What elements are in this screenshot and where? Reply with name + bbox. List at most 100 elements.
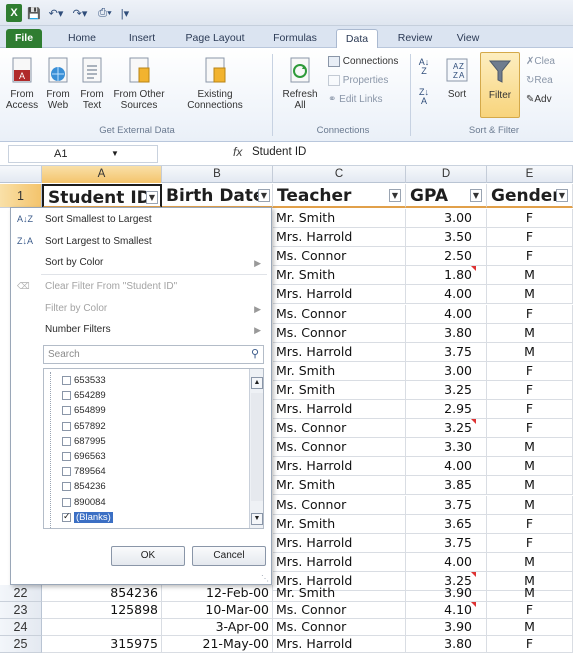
cell-teacher[interactable]: Mr. Smith	[273, 514, 406, 534]
from-text-button[interactable]: From Text	[76, 56, 108, 111]
menu-clear-filter[interactable]: Clear Filter From "Student ID"	[45, 281, 177, 292]
checkbox-icon[interactable]	[62, 391, 71, 401]
reapply-button[interactable]: ↻Rea	[526, 75, 553, 86]
row-header[interactable]: 1	[0, 184, 42, 208]
tab-view[interactable]: View	[450, 29, 486, 48]
filter-dropdown-icon[interactable]: ▼	[556, 189, 568, 202]
excel-icon[interactable]: X	[6, 4, 22, 22]
cell-gpa[interactable]: 3.50	[406, 228, 487, 248]
header-cell-birth-date[interactable]: Birth Date ▼	[162, 184, 273, 208]
cell-gender[interactable]: M	[487, 342, 573, 362]
scroll-thumb[interactable]	[251, 393, 263, 501]
cell-gender[interactable]: M	[487, 266, 573, 286]
tab-review[interactable]: Review	[392, 29, 438, 48]
menu-number-filters[interactable]: Number Filters	[45, 324, 111, 335]
existing-connections-button[interactable]: Existing Connections	[184, 56, 246, 111]
customize-qat-icon[interactable]: |▾	[120, 4, 130, 22]
connections-button[interactable]: Connections	[328, 56, 398, 67]
cell-gender[interactable]: M	[487, 619, 573, 636]
tab-file[interactable]: File	[6, 29, 42, 48]
filter-value-item[interactable]: 687995	[62, 435, 106, 448]
filter-dropdown-icon[interactable]: ▼	[389, 189, 401, 202]
checkbox-icon[interactable]	[62, 406, 71, 416]
cell-student-id[interactable]: 854236	[42, 585, 162, 602]
from-other-sources-button[interactable]: From Other Sources	[110, 56, 168, 111]
advanced-filter-button[interactable]: ✎Adv	[526, 94, 552, 105]
row-header[interactable]: 24	[0, 619, 42, 636]
column-header-d[interactable]: D	[406, 166, 487, 183]
cell-gpa[interactable]: 3.90	[406, 585, 487, 602]
cell-gender[interactable]: M	[487, 438, 573, 458]
menu-filter-by-color[interactable]: Filter by Color	[45, 303, 107, 314]
cell-teacher[interactable]: Mr. Smith	[273, 476, 406, 496]
cell-gender[interactable]: M	[487, 495, 573, 515]
filter-value-item[interactable]: 654289	[62, 389, 106, 402]
cell-birth-date[interactable]: 10-Mar-00	[162, 602, 273, 619]
cell-gpa[interactable]: 3.65	[406, 514, 487, 534]
name-box-dropdown-icon[interactable]: ▼	[111, 146, 119, 162]
cell-teacher[interactable]: Ms. Connor	[273, 419, 406, 439]
cell-gender[interactable]: M	[487, 457, 573, 477]
filter-value-item[interactable]: 653533	[62, 374, 106, 387]
cell-gpa[interactable]: 3.30	[406, 438, 487, 458]
filter-value-item[interactable]: 696563	[62, 450, 106, 463]
cell-gpa[interactable]: 4.00	[406, 304, 487, 324]
cell-teacher[interactable]: Mr. Smith	[273, 361, 406, 381]
cell-gpa[interactable]: 3.90	[406, 619, 487, 636]
filter-dropdown-icon[interactable]: ▼	[258, 189, 270, 202]
undo-icon[interactable]: ↶▾	[46, 4, 66, 22]
from-access-button[interactable]: A From Access	[4, 56, 40, 111]
cell-teacher[interactable]: Ms. Connor	[273, 495, 406, 515]
cell-gender[interactable]: M	[487, 552, 573, 572]
cell-gpa[interactable]: 4.00	[406, 552, 487, 572]
cell-gpa[interactable]: 3.80	[406, 636, 487, 653]
name-box[interactable]: A1 ▼	[8, 145, 158, 163]
resize-grip-icon[interactable]: ⋱	[261, 574, 269, 583]
cell-gpa[interactable]: 4.00	[406, 457, 487, 477]
sort-button[interactable]: AZZA Sort	[442, 56, 472, 100]
cell-birth-date[interactable]: 21-May-00	[162, 636, 273, 653]
header-cell-teacher[interactable]: Teacher ▼	[273, 184, 406, 208]
sort-z-a-button[interactable]: Z↓ A	[416, 88, 432, 106]
menu-sort-by-color[interactable]: Sort by Color	[45, 257, 103, 268]
checkbox-icon[interactable]	[62, 436, 71, 446]
cell-birth-date[interactable]: 12-Feb-00	[162, 585, 273, 602]
cell-gpa[interactable]: 3.00	[406, 209, 487, 229]
tab-insert[interactable]: Insert	[120, 29, 164, 48]
cell-gpa[interactable]: 3.00	[406, 361, 487, 381]
cell-teacher[interactable]: Mrs. Harrold	[273, 533, 406, 553]
cell-gpa[interactable]: 2.50	[406, 247, 487, 267]
cell-gender[interactable]: M	[487, 585, 573, 602]
save-icon[interactable]: 💾	[26, 4, 42, 22]
filter-value-item[interactable]: 854236	[62, 480, 106, 493]
redo-icon[interactable]: ↷▾	[70, 4, 90, 22]
column-header-e[interactable]: E	[487, 166, 573, 183]
scroll-down-icon[interactable]: ▼	[251, 513, 263, 525]
tab-home[interactable]: Home	[60, 29, 104, 48]
checkbox-icon[interactable]	[62, 421, 71, 431]
checkbox-icon[interactable]	[62, 452, 71, 461]
cell-gender[interactable]: M	[487, 323, 573, 343]
cell-birth-date[interactable]: 3-Apr-00	[162, 619, 273, 636]
cell-student-id[interactable]: 125898	[42, 602, 162, 619]
cell-teacher[interactable]: Ms. Connor	[273, 247, 406, 267]
filter-button[interactable]: Filter	[480, 52, 520, 118]
checkbox-icon[interactable]	[62, 482, 71, 492]
select-all-corner[interactable]	[0, 166, 42, 183]
column-header-c[interactable]: C	[273, 166, 406, 183]
cell-gender[interactable]: F	[487, 533, 573, 553]
cell-student-id[interactable]	[42, 619, 162, 636]
cell-teacher[interactable]: Ms. Connor	[273, 438, 406, 458]
filter-value-item[interactable]: 657892	[62, 420, 106, 433]
refresh-all-button[interactable]: Refresh All	[280, 56, 320, 111]
checkbox-icon[interactable]	[62, 497, 71, 507]
from-web-button[interactable]: From Web	[42, 56, 74, 111]
cell-gender[interactable]: F	[487, 400, 573, 420]
cell-teacher[interactable]: Mrs. Harrold	[273, 457, 406, 477]
cell-teacher[interactable]: Mr. Smith	[273, 380, 406, 400]
filter-value-item[interactable]: 789564	[62, 465, 106, 478]
cell-gender[interactable]: F	[487, 380, 573, 400]
cell-gender[interactable]: F	[487, 636, 573, 653]
cell-teacher[interactable]: Ms. Connor	[273, 602, 406, 619]
sort-a-z-button[interactable]: A↓ Z	[416, 58, 432, 76]
